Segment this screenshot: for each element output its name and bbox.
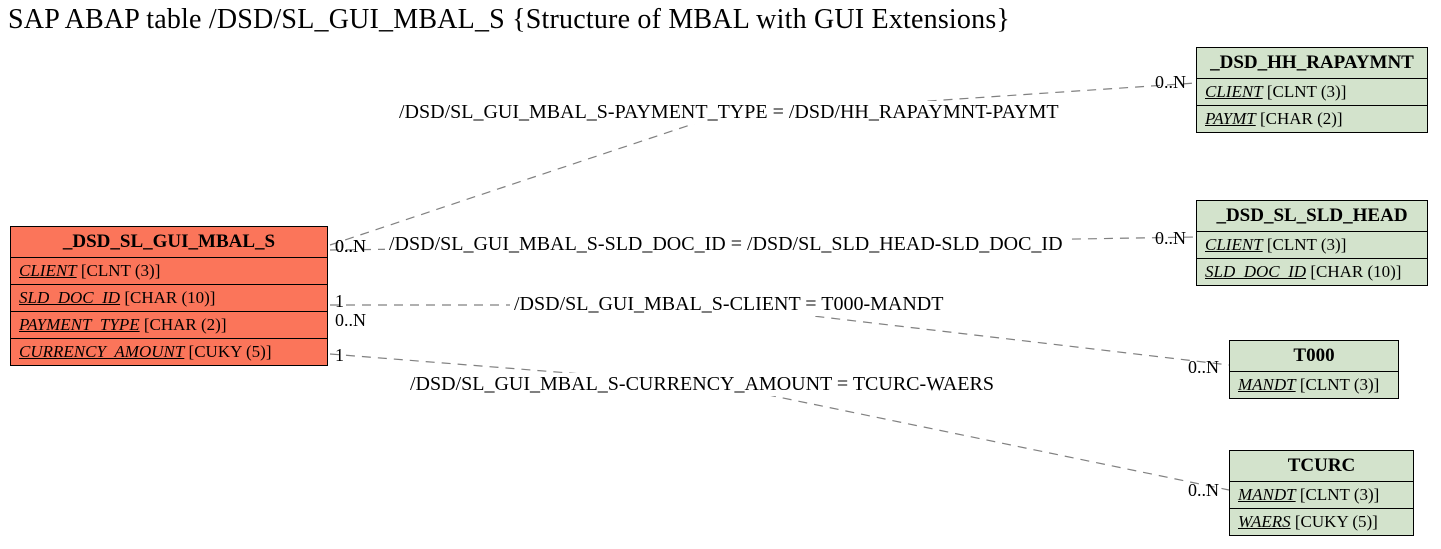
field-name: CLIENT: [1205, 82, 1263, 101]
relation-label: /DSD/SL_GUI_MBAL_S-PAYMENT_TYPE = /DSD/H…: [395, 101, 1063, 124]
field-row: WAERS [CUKY (5)]: [1230, 509, 1413, 535]
cardinality-right: 0..N: [1155, 72, 1186, 93]
field-name: MANDT: [1238, 485, 1296, 504]
field-row: PAYMT [CHAR (2)]: [1197, 106, 1427, 132]
cardinality-left: 1: [335, 291, 344, 312]
field-type: [CHAR (2)]: [144, 315, 227, 334]
entity-header: _DSD_HH_RAPAYMNT: [1197, 48, 1427, 79]
field-row: MANDT [CLNT (3)]: [1230, 482, 1413, 509]
field-type: [CUKY (5)]: [189, 342, 272, 361]
field-row: CLIENT [CLNT (3)]: [1197, 79, 1427, 106]
cardinality-left: 0..N: [335, 236, 366, 257]
field-name: WAERS: [1238, 512, 1291, 531]
entity-header: T000: [1230, 341, 1398, 372]
field-type: [CLNT (3)]: [1300, 375, 1379, 394]
field-type: [CLNT (3)]: [1267, 82, 1346, 101]
field-name: SLD_DOC_ID: [19, 288, 120, 307]
cardinality-right: 0..N: [1188, 480, 1219, 501]
field-row: CURRENCY_AMOUNT [CUKY (5)]: [11, 339, 327, 365]
field-type: [CUKY (5)]: [1295, 512, 1378, 531]
cardinality-right: 0..N: [1155, 228, 1186, 249]
field-row: CLIENT [CLNT (3)]: [11, 258, 327, 285]
field-type: [CHAR (2)]: [1260, 109, 1343, 128]
field-name: MANDT: [1238, 375, 1296, 394]
field-type: [CLNT (3)]: [1267, 235, 1346, 254]
field-row: SLD_DOC_ID [CHAR (10)]: [11, 285, 327, 312]
field-row: PAYMENT_TYPE [CHAR (2)]: [11, 312, 327, 339]
field-name: CLIENT: [19, 261, 77, 280]
cardinality-right: 0..N: [1188, 357, 1219, 378]
entity-header: _DSD_SL_SLD_HEAD: [1197, 201, 1427, 232]
entity-main-header: _DSD_SL_GUI_MBAL_S: [11, 227, 327, 258]
entity-rapaymnt: _DSD_HH_RAPAYMNT CLIENT [CLNT (3)] PAYMT…: [1196, 47, 1428, 133]
page-title: SAP ABAP table /DSD/SL_GUI_MBAL_S {Struc…: [8, 4, 1010, 36]
field-row: CLIENT [CLNT (3)]: [1197, 232, 1427, 259]
field-type: [CLNT (3)]: [1300, 485, 1379, 504]
field-name: CURRENCY_AMOUNT: [19, 342, 184, 361]
relation-label: /DSD/SL_GUI_MBAL_S-CURRENCY_AMOUNT = TCU…: [406, 373, 998, 396]
field-row: MANDT [CLNT (3)]: [1230, 372, 1398, 398]
diagram-canvas: SAP ABAP table /DSD/SL_GUI_MBAL_S {Struc…: [0, 0, 1441, 549]
entity-t000: T000 MANDT [CLNT (3)]: [1229, 340, 1399, 399]
field-row: SLD_DOC_ID [CHAR (10)]: [1197, 259, 1427, 285]
field-type: [CLNT (3)]: [81, 261, 160, 280]
relation-label: /DSD/SL_GUI_MBAL_S-SLD_DOC_ID = /DSD/SL_…: [385, 233, 1067, 256]
entity-main: _DSD_SL_GUI_MBAL_S CLIENT [CLNT (3)] SLD…: [10, 226, 328, 366]
field-name: CLIENT: [1205, 235, 1263, 254]
entity-tcurc: TCURC MANDT [CLNT (3)] WAERS [CUKY (5)]: [1229, 450, 1414, 536]
field-type: [CHAR (10)]: [1310, 262, 1401, 281]
field-name: PAYMENT_TYPE: [19, 315, 140, 334]
relation-label: /DSD/SL_GUI_MBAL_S-CLIENT = T000-MANDT: [510, 293, 947, 316]
cardinality-left: 1: [335, 345, 344, 366]
field-name: PAYMT: [1205, 109, 1256, 128]
entity-header: TCURC: [1230, 451, 1413, 482]
entity-sld-head: _DSD_SL_SLD_HEAD CLIENT [CLNT (3)] SLD_D…: [1196, 200, 1428, 286]
field-type: [CHAR (10)]: [124, 288, 215, 307]
field-name: SLD_DOC_ID: [1205, 262, 1306, 281]
cardinality-left: 0..N: [335, 310, 366, 331]
